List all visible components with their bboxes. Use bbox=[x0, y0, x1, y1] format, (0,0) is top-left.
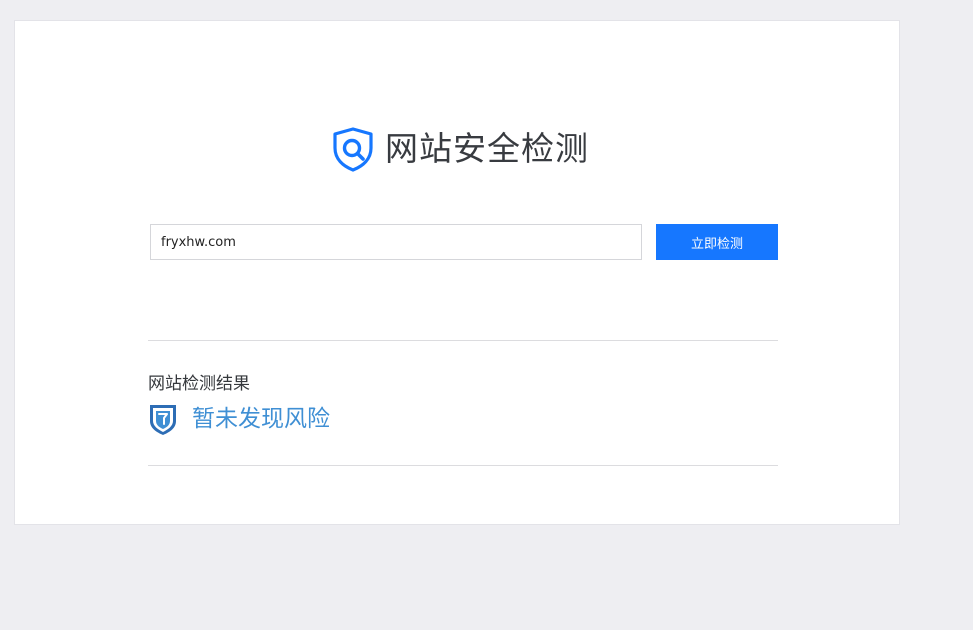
shield-search-icon bbox=[333, 127, 373, 172]
result-label: 网站检测结果 bbox=[148, 374, 250, 394]
divider-top bbox=[148, 340, 778, 341]
check-now-button[interactable]: 立即检测 bbox=[656, 224, 778, 260]
brand-header: 网站安全检测 bbox=[331, 125, 589, 173]
result-status-text: 暂未发现风险 bbox=[192, 406, 330, 432]
page-title: 网站安全检测 bbox=[385, 129, 589, 168]
main-card: 网站安全检测 立即检测 网站检测结果 暂未发现风险 bbox=[14, 20, 900, 525]
url-input[interactable] bbox=[150, 224, 642, 260]
shield-check-icon bbox=[150, 405, 176, 435]
result-status-row: 暂未发现风险 bbox=[148, 402, 330, 436]
divider-bottom bbox=[148, 465, 778, 466]
